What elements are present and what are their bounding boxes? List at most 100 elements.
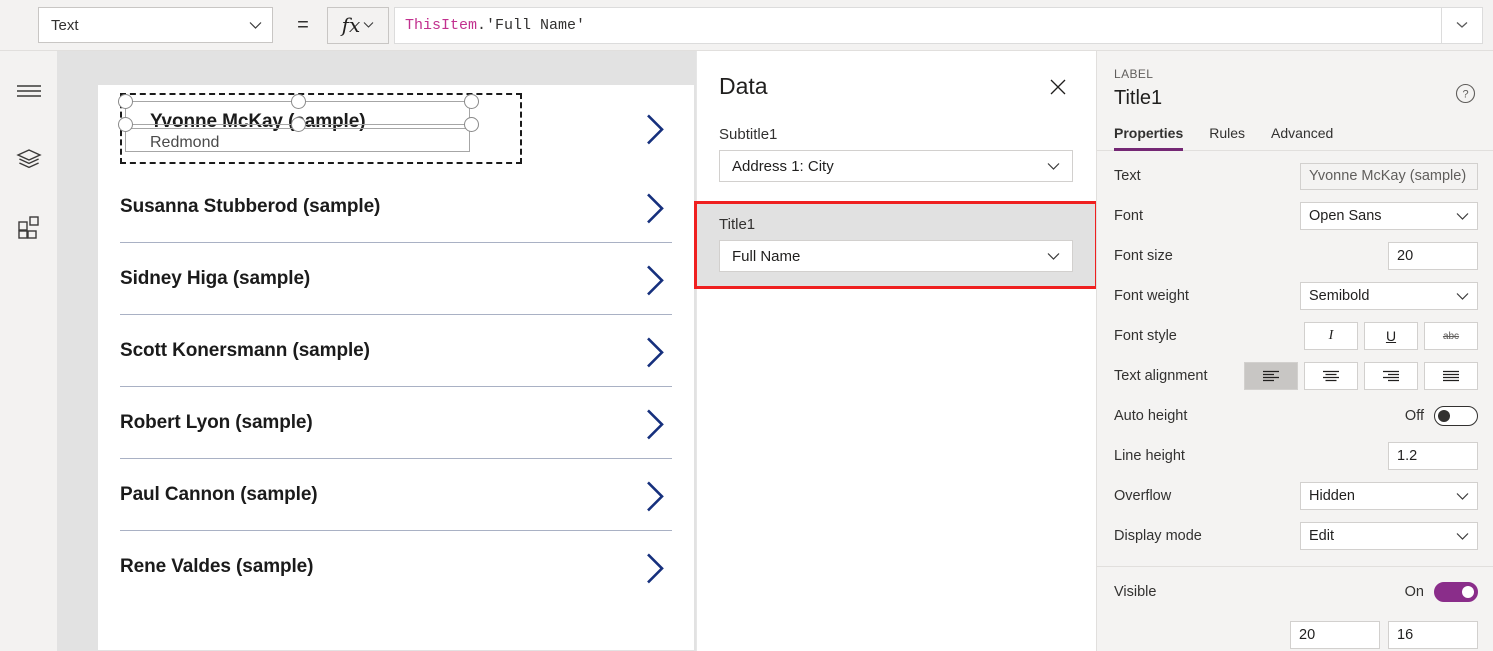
close-icon[interactable] xyxy=(1047,76,1069,98)
chevron-down-icon xyxy=(1456,292,1469,301)
property-row-text: Text Yvonne McKay (sample) xyxy=(1097,156,1493,196)
font-dropdown[interactable]: Open Sans xyxy=(1300,202,1478,230)
align-left-button[interactable] xyxy=(1244,362,1298,390)
control-kind-label: LABEL xyxy=(1114,67,1154,81)
chevron-down-icon xyxy=(363,21,374,29)
chevron-right-icon[interactable] xyxy=(644,335,666,374)
property-label: Font style xyxy=(1114,328,1177,344)
font-weight-dropdown[interactable]: Semibold xyxy=(1300,282,1478,310)
position-x-input[interactable]: 20 xyxy=(1290,621,1380,649)
formula-rest: .'Full Name' xyxy=(477,16,586,34)
function-picker-button[interactable]: fx xyxy=(327,6,389,44)
formula-bar: Text = fx ThisItem .'Full Name' xyxy=(0,0,1493,51)
resize-handle-mid-center[interactable] xyxy=(291,117,306,132)
properties-rows: Text Yvonne McKay (sample) Font Open San… xyxy=(1097,151,1493,649)
display-mode-value: Edit xyxy=(1309,528,1334,544)
selection-outline xyxy=(120,93,522,164)
italic-button[interactable]: I xyxy=(1304,322,1358,350)
font-size-input[interactable]: 20 xyxy=(1388,242,1478,270)
gallery-item-title: Rene Valdes (sample) xyxy=(120,555,314,577)
property-row-font: Font Open Sans xyxy=(1097,196,1493,236)
resize-handle-top-right[interactable] xyxy=(464,94,479,109)
data-field-dropdown[interactable]: Full Name xyxy=(719,240,1073,272)
app-screen: Yvonne McKay (sample) Redmond Susanna St… xyxy=(98,85,694,650)
property-label: Font size xyxy=(1114,248,1173,264)
properties-panel-tabs: Properties Rules Advanced xyxy=(1097,125,1493,151)
help-circle-icon[interactable]: ? xyxy=(1455,83,1477,105)
property-label: Font xyxy=(1114,208,1144,224)
align-right-button[interactable] xyxy=(1364,362,1418,390)
data-field-label: Title1 xyxy=(719,216,756,233)
property-row-font-style: Font style I U abc xyxy=(1097,316,1493,356)
text-value-field: Yvonne McKay (sample) xyxy=(1300,162,1478,190)
gallery-item[interactable]: Yvonne McKay (sample) Redmond xyxy=(98,85,694,171)
property-selector-dropdown[interactable]: Text xyxy=(38,7,273,43)
chevron-down-icon xyxy=(1047,252,1060,261)
gallery-item[interactable]: Scott Konersmann (sample) xyxy=(98,315,694,386)
gallery-control[interactable]: Yvonne McKay (sample) Redmond Susanna St… xyxy=(98,85,694,602)
visible-toggle[interactable] xyxy=(1434,582,1478,602)
align-justify-button[interactable] xyxy=(1424,362,1478,390)
chevron-right-icon[interactable] xyxy=(644,191,666,230)
gallery-item[interactable]: Rene Valdes (sample) xyxy=(98,531,694,602)
position-size-inputs: 20 16 xyxy=(1097,617,1493,649)
data-panel-header: Data xyxy=(697,51,1095,100)
underline-button[interactable]: U xyxy=(1364,322,1418,350)
resize-handle-top-center[interactable] xyxy=(291,94,306,109)
tab-advanced[interactable]: Advanced xyxy=(1271,125,1333,150)
tab-rules[interactable]: Rules xyxy=(1209,125,1245,150)
display-mode-dropdown[interactable]: Edit xyxy=(1300,522,1478,550)
chevron-right-icon[interactable] xyxy=(644,551,666,590)
chevron-down-icon xyxy=(1047,162,1060,171)
fx-label: fx xyxy=(341,13,361,37)
property-label: Visible xyxy=(1114,584,1157,600)
gallery-item[interactable]: Paul Cannon (sample) xyxy=(98,459,694,530)
gallery-item[interactable]: Robert Lyon (sample) xyxy=(98,387,694,458)
overflow-value: Hidden xyxy=(1309,488,1355,504)
chevron-right-icon[interactable] xyxy=(644,112,666,151)
property-row-display-mode: Display mode Edit xyxy=(1097,516,1493,556)
gallery-item-title: Scott Konersmann (sample) xyxy=(120,339,370,361)
formula-input[interactable]: ThisItem .'Full Name' xyxy=(394,6,1441,44)
overflow-dropdown[interactable]: Hidden xyxy=(1300,482,1478,510)
data-field-dropdown[interactable]: Address 1: City xyxy=(719,150,1073,182)
control-name-label: Title1 xyxy=(1114,87,1163,109)
gallery-item[interactable]: Sidney Higa (sample) xyxy=(98,243,694,314)
resize-handle-top-left[interactable] xyxy=(118,94,133,109)
gallery-item-title: Robert Lyon (sample) xyxy=(120,411,313,433)
app-canvas: Yvonne McKay (sample) Redmond Susanna St… xyxy=(57,51,696,651)
powerapps-studio: Text = fx ThisItem .'Full Name' Yvonne M… xyxy=(0,0,1493,651)
insert-components-icon[interactable] xyxy=(9,207,49,247)
position-y-input[interactable]: 16 xyxy=(1388,621,1478,649)
property-row-font-size: Font size 20 xyxy=(1097,236,1493,276)
data-panel-title: Data xyxy=(719,73,768,99)
line-height-input[interactable]: 1.2 xyxy=(1388,442,1478,470)
formula-bar-expand-button[interactable] xyxy=(1441,6,1483,44)
gallery-item-title: Sidney Higa (sample) xyxy=(120,267,311,289)
property-row-overflow: Overflow Hidden xyxy=(1097,476,1493,516)
resize-handle-mid-right[interactable] xyxy=(464,117,479,132)
property-label: Text xyxy=(1114,168,1141,184)
property-label: Overflow xyxy=(1114,488,1172,504)
hamburger-menu-icon[interactable] xyxy=(9,71,49,111)
data-field-label: Subtitle1 xyxy=(719,126,778,143)
equals-sign: = xyxy=(297,13,309,36)
property-label: Text alignment xyxy=(1114,368,1208,384)
property-row-auto-height: Auto height Off xyxy=(1097,396,1493,436)
auto-height-state: Off xyxy=(1404,408,1424,424)
property-label: Display mode xyxy=(1114,528,1202,544)
auto-height-toggle[interactable] xyxy=(1434,406,1478,426)
chevron-right-icon[interactable] xyxy=(644,263,666,302)
data-field-title1: Title1 Full Name xyxy=(694,201,1098,289)
tree-view-icon[interactable] xyxy=(9,139,49,179)
tab-properties[interactable]: Properties xyxy=(1114,125,1184,151)
gallery-item[interactable]: Susanna Stubberod (sample) xyxy=(98,171,694,242)
data-panel: Data Subtitle1 Address 1: City Title1 Fu… xyxy=(694,51,1098,651)
property-label: Font weight xyxy=(1114,288,1189,304)
chevron-right-icon[interactable] xyxy=(644,407,666,446)
formula-identifier: ThisItem xyxy=(405,16,478,34)
resize-handle-mid-left[interactable] xyxy=(118,117,133,132)
chevron-right-icon[interactable] xyxy=(644,479,666,518)
align-center-button[interactable] xyxy=(1304,362,1358,390)
strikethrough-button[interactable]: abc xyxy=(1424,322,1478,350)
